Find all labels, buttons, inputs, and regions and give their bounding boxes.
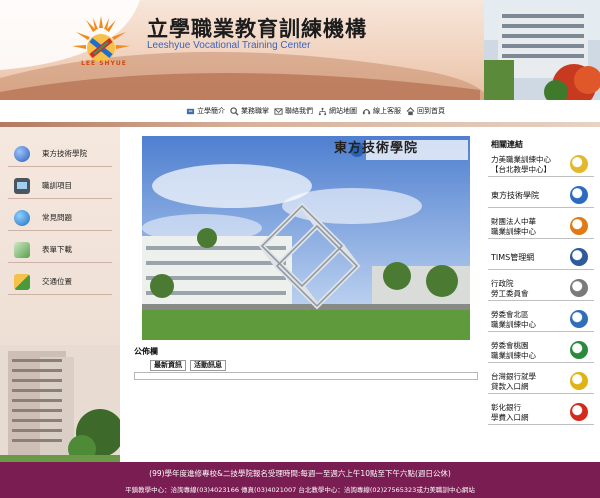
north-center-logo-icon [570, 310, 588, 328]
nav-contact[interactable]: 聯絡我們 [274, 104, 313, 118]
home-icon [406, 106, 415, 115]
related-link-label: 財團法人中華 [491, 217, 536, 226]
liwei-logo-icon [570, 155, 588, 173]
sidebar-item-label: 交通位置 [42, 277, 72, 286]
related-link-tf[interactable]: 東方技術學院 [488, 182, 594, 208]
logo-caption: LEE SHYUE [81, 60, 127, 67]
related-link-label: 勞工委員會 [491, 289, 529, 298]
site-header: LEE SHYUE 立學職業教育訓練機構 Leeshyue Vocational… [0, 0, 600, 100]
related-links-heading: 相關連結 [491, 140, 523, 149]
related-link-label: 貸款入口網 [491, 382, 529, 391]
related-link-label: TIMS管理網 [491, 253, 535, 262]
monitor-icon [14, 177, 30, 194]
related-link-cla[interactable]: 行政院 勞工委員會 [488, 275, 594, 301]
related-link-bot[interactable]: 台灣銀行就學 貸款入口網 [488, 368, 594, 394]
sidebar-item-label: 東方技術學院 [42, 149, 87, 158]
contact-icon [274, 107, 283, 115]
sidebar-item-location[interactable]: 交通位置 [8, 269, 112, 295]
download-icon [14, 241, 30, 258]
site-title-chinese: 立學職業教育訓練機構 [147, 17, 367, 41]
site-title-english: Leeshyue Vocational Training Center [147, 40, 311, 51]
footer-enrollment-notice: (99)學年度進修專校&二技學院報名受理時間:每週一至週六上午10點至下午六點(… [149, 469, 451, 478]
related-link-label: 行政院 [491, 279, 514, 288]
bulletin-content-area [134, 372, 478, 380]
question-icon [14, 209, 30, 226]
tab-latest-news[interactable]: 最新資訊 [150, 360, 186, 371]
site-footer: (99)學年度進修專校&二技學院報名受理時間:每週一至週六上午10點至下午六點(… [0, 462, 600, 498]
sidebar-item-forms[interactable]: 表單下載 [8, 237, 112, 263]
sidebar-item-label: 表單下載 [42, 245, 72, 254]
related-link-label: 職業訓練中心 [491, 227, 536, 236]
top-navigation: 立學簡介 業務職掌 聯絡我們 網站地圖 線上客服 回到首頁 [186, 104, 445, 118]
sidebar-item-tungfang[interactable]: 東方技術學院 [8, 141, 112, 167]
related-link-label: 職業訓練中心 [491, 320, 536, 329]
chb-logo-icon [570, 403, 588, 421]
related-link-label: 勞委會桃園 [491, 341, 529, 350]
nav-sitemap[interactable]: 網站地圖 [318, 104, 357, 118]
sidebar-item-training[interactable]: 職訓項目 [8, 173, 112, 199]
bot-logo-icon [570, 372, 588, 390]
footer-contact-info: 平鎮教學中心：洽詢專線(03)4023166 傳真(03)4021007 台北教… [125, 486, 475, 494]
sidebar-item-faq[interactable]: 常見問題 [8, 205, 112, 231]
related-link-label: 職業訓練中心 [491, 351, 536, 360]
chvt-logo-icon [570, 217, 588, 235]
related-link-chvt[interactable]: 財團法人中華 職業訓練中心 [488, 213, 594, 239]
nav-duties[interactable]: 業務職掌 [230, 104, 269, 118]
related-link-north-center[interactable]: 勞委會北區 職業訓練中心 [488, 306, 594, 332]
cla-logo-icon [570, 279, 588, 297]
related-link-label: 【台北教學中心】 [491, 165, 551, 174]
related-link-tims[interactable]: TIMS管理網 [488, 244, 594, 270]
nav-label: 業務職掌 [241, 107, 269, 115]
info-icon [186, 108, 195, 114]
taoyuan-center-logo-icon [570, 341, 588, 359]
nav-label: 線上客服 [373, 107, 401, 115]
map-icon [14, 273, 30, 290]
tims-logo-icon [570, 248, 588, 266]
headset-icon [362, 108, 371, 114]
related-link-label: 台灣銀行就學 [491, 372, 536, 381]
related-link-label: 勞委會北區 [491, 310, 529, 319]
related-link-label: 力美職業訓練中心 [491, 155, 551, 164]
sidebar-item-label: 常見問題 [42, 213, 72, 222]
nav-label: 回到首頁 [417, 107, 445, 115]
related-link-label: 彰化銀行 [491, 403, 521, 412]
nav-home[interactable]: 回到首頁 [406, 104, 445, 118]
sidebar-item-label: 職訓項目 [42, 181, 72, 190]
bulletin-tabs: 最新資訊 活動訊息 [150, 360, 226, 371]
campus-building-photo [484, 0, 600, 100]
campus-sculpture-photo [142, 136, 470, 340]
related-link-label: 東方技術學院 [491, 191, 539, 200]
related-link-taoyuan-center[interactable]: 勞委會桃園 職業訓練中心 [488, 337, 594, 363]
tf-logo-icon [570, 186, 588, 204]
nav-label: 聯絡我們 [285, 107, 313, 115]
related-link-label: 學費入口網 [491, 413, 529, 422]
nav-about[interactable]: 立學簡介 [186, 104, 225, 118]
photo-caption: 東方技術學院 [334, 141, 419, 156]
sitemap-icon [318, 107, 327, 115]
nav-online-service[interactable]: 線上客服 [362, 104, 401, 118]
globe-icon [14, 145, 30, 162]
nav-label: 網站地圖 [329, 107, 357, 115]
bulletin-board-heading: 公佈欄 [134, 347, 158, 356]
related-link-liwei[interactable]: 力美職業訓練中心 【台北教學中心】 [488, 151, 594, 177]
search-icon [230, 106, 239, 116]
sidebar: 東方技術學院 職訓項目 常見問題 表單下載 交通位置 [0, 127, 120, 462]
main-content: 東方技術學院 公佈欄 最新資訊 活動訊息 [128, 130, 486, 460]
campus-tower-photo [0, 345, 120, 462]
nav-label: 立學簡介 [197, 107, 225, 115]
tab-event-news[interactable]: 活動訊息 [190, 360, 226, 371]
related-link-chb[interactable]: 彰化銀行 學費入口網 [488, 399, 594, 425]
